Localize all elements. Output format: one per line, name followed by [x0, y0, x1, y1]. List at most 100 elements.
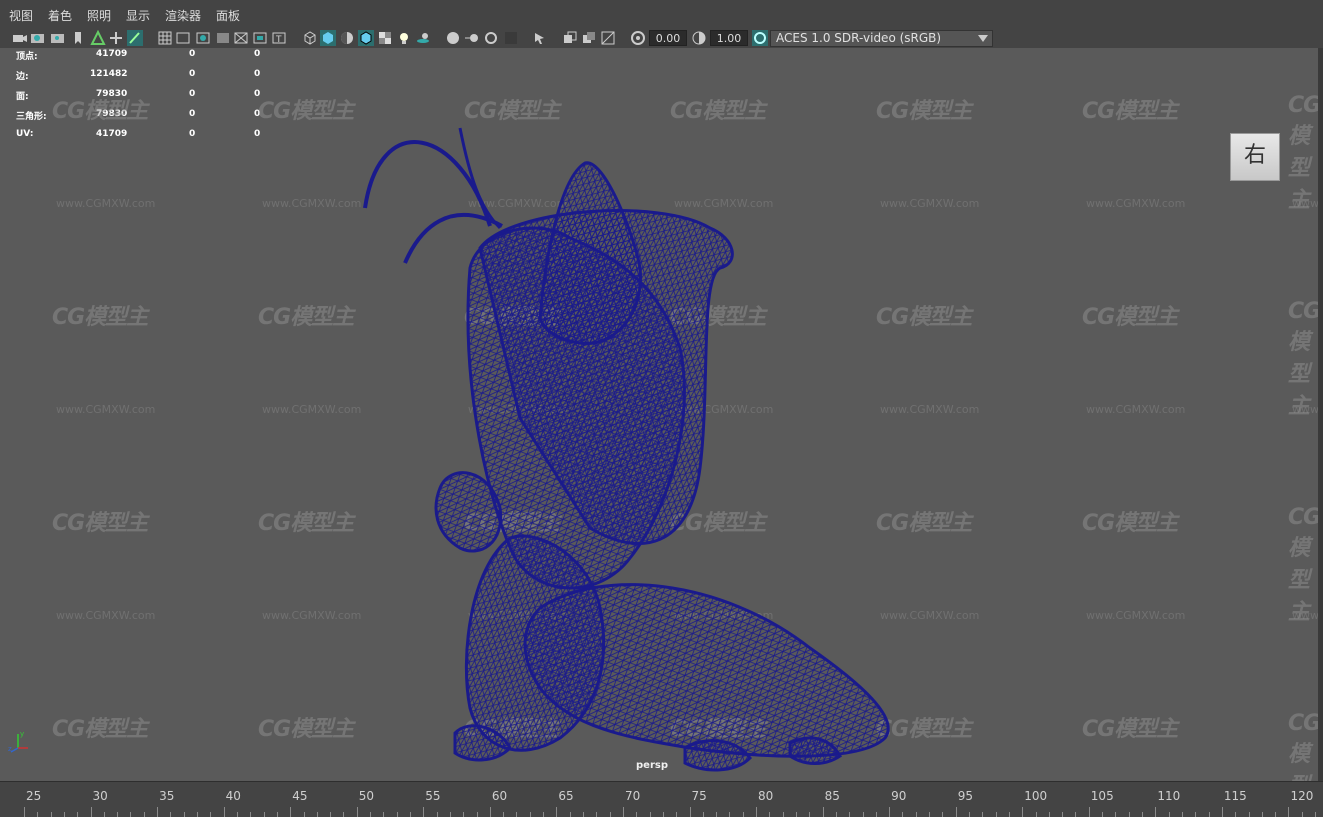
- timeline-tick-label: 95: [957, 789, 973, 803]
- resolution-gate-icon[interactable]: [195, 30, 211, 46]
- watermark-logo: CG模型主: [52, 305, 148, 330]
- grid-icon[interactable]: [157, 30, 173, 46]
- timeline-tick: [1195, 812, 1197, 817]
- exposure-field[interactable]: 0.00: [649, 30, 687, 46]
- viewport-scrollbar[interactable]: [1318, 48, 1323, 781]
- color-management-icon[interactable]: [752, 30, 768, 46]
- timeline-tick: [1275, 812, 1277, 817]
- shadows-icon[interactable]: [415, 30, 431, 46]
- timeline-tick: [609, 812, 611, 817]
- camera-attributes-icon[interactable]: [30, 30, 46, 46]
- xray-components-icon[interactable]: [600, 30, 616, 46]
- color-space-dropdown[interactable]: ACES 1.0 SDR-video (sRGB): [770, 30, 993, 47]
- watermark-logo: CG模型主: [1082, 717, 1178, 742]
- bookmark-camera-icon[interactable]: [50, 30, 66, 46]
- timeline-tick: [250, 812, 252, 817]
- chevron-down-icon: [978, 35, 988, 42]
- menu-shading[interactable]: 着色: [48, 7, 72, 24]
- xray-icon[interactable]: [562, 30, 578, 46]
- default-material-icon[interactable]: [339, 30, 355, 46]
- hud-value: 0: [189, 49, 196, 59]
- wireframe-model[interactable]: [340, 88, 900, 778]
- timeline-tick: [649, 812, 651, 817]
- menu-renderer[interactable]: 渲染器: [165, 7, 201, 24]
- hud-value: 0: [254, 129, 261, 139]
- menu-view[interactable]: 视图: [9, 7, 33, 24]
- timeline-tick: [835, 812, 837, 817]
- image-plane-icon[interactable]: [90, 30, 106, 46]
- anti-aliasing-icon[interactable]: [483, 30, 499, 46]
- timeline-tick: [982, 812, 984, 817]
- menu-bar: 视图 着色 照明 显示 渲染器 面板: [0, 0, 1323, 28]
- time-slider[interactable]: 25 30 35 40 45 50 55 60 65 70 75 80 85 90 95 100 105 110 1…: [0, 781, 1323, 817]
- watermark-url: www.CGMXW.com: [56, 609, 156, 622]
- field-chart-icon[interactable]: [233, 30, 249, 46]
- textured-icon[interactable]: [377, 30, 393, 46]
- timeline-tick: [529, 812, 531, 817]
- timeline-tick: [1142, 812, 1144, 817]
- timeline-tick: [303, 812, 305, 817]
- wireframe-on-shaded-icon[interactable]: [358, 30, 374, 46]
- viewport-panel[interactable]: 顶点: 41709 0 0 边: 121482 0 0 面: 79830 0 0…: [0, 48, 1319, 781]
- watermark-url: www.CGMXW.com: [1086, 403, 1186, 416]
- timeline-tick: [1035, 812, 1037, 817]
- gamma-field[interactable]: 1.00: [710, 30, 748, 46]
- timeline-tick: [50, 812, 52, 817]
- timeline-tick: [276, 812, 278, 817]
- gate-mask-icon[interactable]: [215, 30, 231, 46]
- watermark-url: www.CGMXW.com: [56, 197, 156, 210]
- menu-panels[interactable]: 面板: [216, 7, 240, 24]
- camera-icon[interactable]: [12, 30, 28, 46]
- timeline-tick: [902, 812, 904, 817]
- bookmark-icon[interactable]: [70, 30, 86, 46]
- menu-show[interactable]: 显示: [126, 7, 150, 24]
- depth-of-field-icon[interactable]: [503, 30, 519, 46]
- timeline-tick: [1102, 812, 1104, 817]
- axis-gizmo-icon: y z: [8, 730, 28, 753]
- hud-value: 0: [189, 109, 196, 119]
- hud-label-uv: UV:: [16, 129, 34, 139]
- timeline-tick: [1181, 812, 1183, 817]
- timeline-tick: [77, 812, 79, 817]
- hud-value: 0: [254, 49, 261, 59]
- smooth-shade-icon[interactable]: [320, 30, 336, 46]
- exposure-icon[interactable]: [630, 30, 646, 46]
- watermark-url: www.CGMXW.com: [1292, 197, 1318, 210]
- timeline-tick: [676, 812, 678, 817]
- svg-text:y: y: [20, 730, 24, 738]
- menu-lighting[interactable]: 照明: [87, 7, 111, 24]
- pencil-icon[interactable]: [127, 30, 143, 46]
- timeline-tick: [1208, 812, 1210, 817]
- timeline-tick: [569, 812, 571, 817]
- color-space-label: ACES 1.0 SDR-video (sRGB): [776, 31, 942, 45]
- watermark-logo: CG模型主: [258, 99, 354, 124]
- lighting-icon[interactable]: [396, 30, 412, 46]
- timeline-tick: [1048, 812, 1050, 817]
- camera-name-label: persp: [636, 760, 668, 771]
- motion-blur-icon[interactable]: [464, 30, 480, 46]
- hud-value: 41709: [96, 129, 128, 139]
- timeline-tick-label: 45: [292, 789, 308, 803]
- safe-action-icon[interactable]: [252, 30, 268, 46]
- isolate-select-icon[interactable]: [532, 30, 548, 46]
- timeline-tick: [942, 812, 944, 817]
- watermark-logo: CG模型主: [258, 717, 354, 742]
- timeline-tick: [143, 812, 145, 817]
- xray-joints-icon[interactable]: [581, 30, 597, 46]
- timeline-tick-label: 60: [491, 789, 508, 803]
- view-cube[interactable]: 右: [1230, 133, 1280, 181]
- gamma-icon[interactable]: [691, 30, 707, 46]
- timeline-tick: [370, 812, 372, 817]
- timeline-tick: [436, 812, 438, 817]
- timeline-tick: [543, 812, 545, 817]
- wireframe-icon[interactable]: [302, 30, 318, 46]
- screen-space-ao-icon[interactable]: [445, 30, 461, 46]
- timeline-tick: [263, 812, 265, 817]
- film-gate-icon[interactable]: [175, 30, 191, 46]
- timeline-tick: [809, 812, 811, 817]
- timeline-tick: [995, 812, 997, 817]
- timeline-tick: [103, 812, 105, 817]
- grid-toggle-icon[interactable]: [108, 30, 124, 46]
- safe-title-icon[interactable]: T: [271, 30, 287, 46]
- watermark-url: www.CGMXW.com: [1086, 609, 1186, 622]
